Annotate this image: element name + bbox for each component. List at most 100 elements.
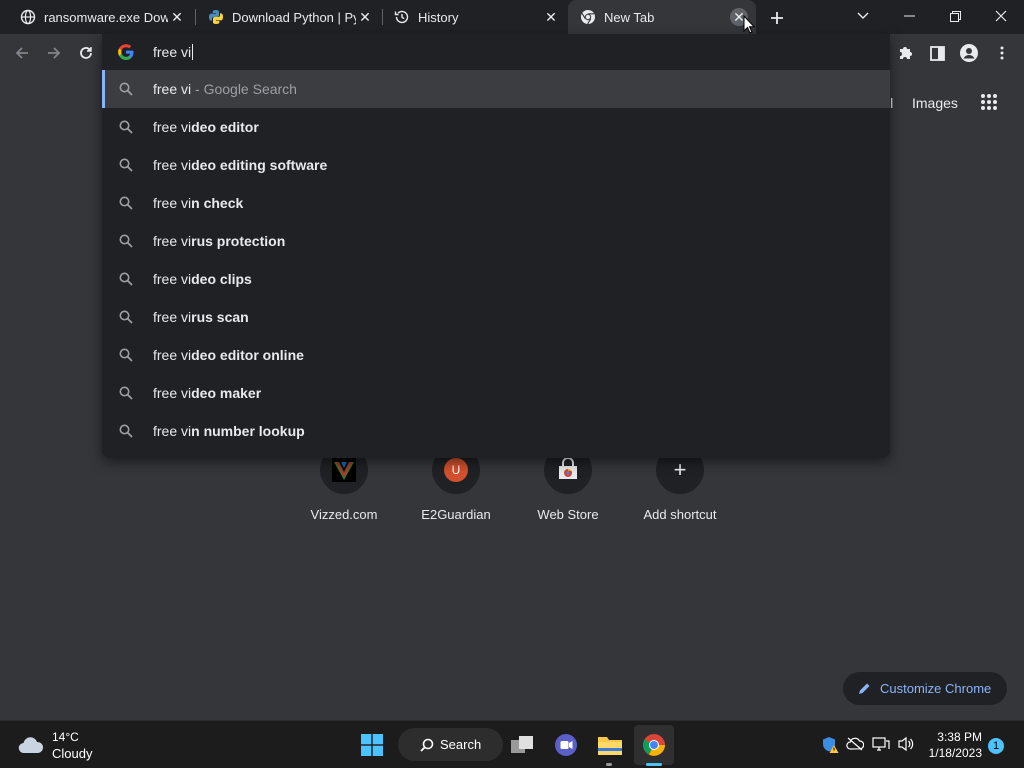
tab-ransomware[interactable]: ransomware.exe Downl ✕ [0,0,194,34]
cloud-offline-icon[interactable] [846,736,865,757]
search-icon [119,234,133,248]
forward-button[interactable] [38,37,70,69]
clock-time: 3:38 PM [937,730,982,744]
suggestion-completion: deo editor [191,119,259,135]
new-tab-button[interactable] [766,7,788,29]
notification-badge[interactable]: 1 [988,738,1004,754]
chrome-icon [643,734,665,756]
taskbar-search-label: Search [440,737,482,752]
tab-history[interactable]: History ✕ [374,0,568,34]
back-button[interactable] [6,37,38,69]
search-icon [119,386,133,400]
suggestion-item[interactable]: free video editor online [102,336,890,374]
shortcut-label: Add shortcut [643,507,717,522]
text-caret [192,44,194,60]
volume-icon[interactable] [897,736,915,757]
shortcut-label: Web Store [537,507,599,522]
close-icon[interactable]: ✕ [356,8,374,26]
plus-icon [771,12,783,24]
side-panel-button[interactable] [921,37,953,69]
suggestion-item[interactable]: free video maker [102,374,890,412]
chrome-taskbar-button[interactable] [634,725,674,765]
clock[interactable]: 3:38 PM 1/18/2023 [920,730,982,760]
shortcut-vizzed[interactable]: Vizzed.com [288,446,400,536]
search-icon [119,158,133,172]
suggestion-completion: deo editor online [191,347,304,363]
suggestion-completion: deo clips [191,271,252,287]
suggestion-item[interactable]: free vin check [102,184,890,222]
folder-icon [598,737,622,755]
task-view-button[interactable] [502,725,542,765]
omnibox-text: free vi [153,44,192,60]
search-icon [119,272,133,286]
suggestion-typed: free vi [153,347,192,363]
close-icon[interactable]: ✕ [542,8,560,26]
shortcut-add[interactable]: + Add shortcut [624,446,736,536]
tab-title: History [418,9,459,25]
python-icon [208,9,224,25]
network-icon[interactable] [872,736,890,757]
restore-button[interactable] [932,0,978,32]
weather-temp: 14°C [52,730,79,744]
tab-new-tab[interactable]: New Tab ✕ [568,0,756,34]
suggestion-typed: free vi [153,233,192,249]
suggestion-typed: free vi [153,81,192,97]
suggestion-item[interactable]: free vin number lookup [102,412,890,450]
tab-title: ransomware.exe Downl [44,9,168,25]
history-icon [394,9,410,25]
suggestion-completion: deo editing software [191,157,328,173]
extensions-button[interactable] [890,37,922,69]
menu-button[interactable] [986,37,1018,69]
images-link[interactable]: Images [912,95,958,111]
minimize-button[interactable] [886,0,932,32]
suggestion-item[interactable]: free virus scan [102,298,890,336]
search-icon [119,424,133,438]
close-window-button[interactable] [978,0,1024,32]
suggestion-completion: n check [191,195,244,211]
teams-chat-button[interactable] [546,725,586,765]
omnibox-input[interactable]: free vi [102,34,890,70]
start-button[interactable] [352,725,392,765]
suggestion-item[interactable]: free virus protection [102,222,890,260]
tab-search-button[interactable] [840,0,886,32]
search-icon [119,196,133,210]
suggestion-completion: n number lookup [191,423,305,439]
tab-python[interactable]: Download Python | Pyt ✕ [188,0,382,34]
profile-button[interactable] [953,37,985,69]
suggestion-item[interactable]: free video editing software [102,146,890,184]
search-icon [420,738,434,752]
customize-chrome-button[interactable]: Customize Chrome [843,672,1007,705]
suggestion-typed: free vi [153,157,192,173]
close-icon[interactable]: ✕ [168,8,186,26]
taskbar: 14°C Cloudy Search 3:38 PM 1/18/2023 1 [0,720,1024,768]
cloud-icon [18,737,44,754]
more-vert-icon [1000,46,1004,60]
chevron-down-icon [857,12,869,19]
suggestion-typed: free vi [153,119,192,135]
file-explorer-button[interactable] [590,725,630,765]
suggestion-typed: free vi [153,385,192,401]
search-icon [119,310,133,324]
reload-button[interactable] [70,37,102,69]
shortcut-e2guardian[interactable]: U E2Guardian [400,446,512,536]
suggestion-item[interactable]: free vi - Google Search [102,70,890,108]
tab-title: Download Python | Pyt [232,9,356,25]
suggestion-item[interactable]: free video editor [102,108,890,146]
apps-button[interactable] [980,93,1000,113]
suggestion-typed: free vi [153,423,192,439]
weather-condition: Cloudy [52,746,93,761]
side-panel-icon [929,45,945,61]
reload-icon [80,47,92,59]
chrome-icon [580,9,596,25]
weather-widget[interactable]: 14°C Cloudy [10,727,120,763]
active-indicator [646,763,662,766]
defender-warning-icon[interactable] [821,736,839,759]
tab-strip: ransomware.exe Downl ✕ Download Python |… [0,0,1024,34]
suggestion-item[interactable]: free video clips [102,260,890,298]
suggestion-completion: deo maker [191,385,262,401]
customize-label: Customize Chrome [880,681,992,696]
taskbar-search[interactable]: Search [398,728,503,761]
shortcut-web-store[interactable]: Web Store [512,446,624,536]
minimize-icon [903,15,915,17]
arrow-left-icon [15,47,28,59]
